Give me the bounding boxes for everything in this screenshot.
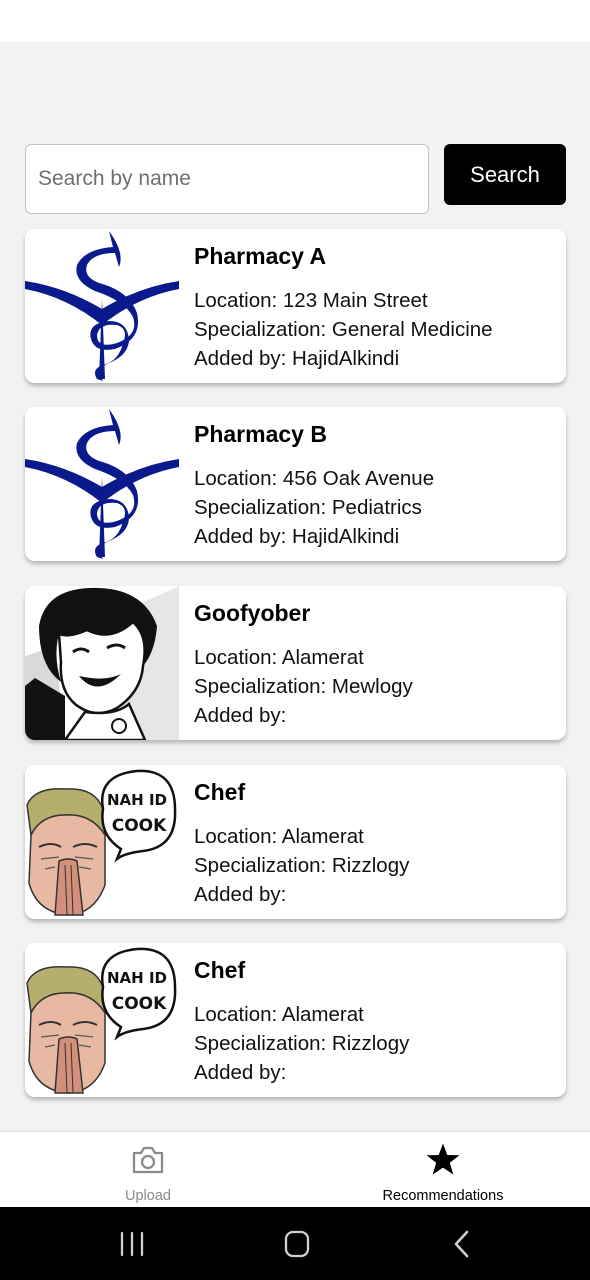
recents-icon[interactable] (112, 1227, 152, 1261)
svg-text:NAH ID: NAH ID (107, 791, 167, 809)
pharmacy-symbol-image (25, 229, 179, 383)
card-location: Location: Alamerat (194, 1003, 364, 1026)
nav-recommendations-label: Recommendations (382, 1188, 504, 1204)
list-item[interactable]: NAH ID COOK Chef Location: Alamerat Spec… (25, 943, 566, 1097)
status-bar (0, 0, 590, 42)
camera-icon (132, 1146, 164, 1174)
card-specialization: Specialization: Mewlogy (194, 675, 413, 698)
bottom-nav: Upload Recommendations (0, 1131, 590, 1207)
card-location: Location: 456 Oak Avenue (194, 467, 435, 490)
chef-meme-image: NAH ID COOK (25, 765, 179, 919)
card-added-by: Added by: (194, 704, 287, 727)
card-specialization: Specialization: Rizzlogy (194, 1032, 410, 1055)
nav-upload[interactable]: Upload (48, 1132, 248, 1208)
manga-character-image (25, 586, 179, 740)
card-added-by: Added by: (194, 1061, 287, 1084)
search-row: Search (25, 144, 566, 214)
pharmacy-symbol-image (25, 407, 179, 561)
card-added-by: Added by: (194, 883, 287, 906)
nav-upload-label: Upload (125, 1188, 171, 1204)
svg-text:NAH ID: NAH ID (107, 969, 167, 987)
card-added-by: Added by: HajidAlkindi (194, 525, 400, 548)
star-icon (426, 1143, 460, 1175)
list-item[interactable]: Pharmacy B Location: 456 Oak Avenue Spec… (25, 407, 566, 561)
nav-recommendations[interactable]: Recommendations (343, 1132, 543, 1208)
list-item[interactable]: Pharmacy A Location: 123 Main Street Spe… (25, 229, 566, 383)
card-location: Location: 123 Main Street (194, 289, 428, 312)
back-icon[interactable] (443, 1227, 483, 1261)
card-added-by: Added by: HajidAlkindi (194, 347, 400, 370)
card-specialization: Specialization: Rizzlogy (194, 854, 410, 877)
card-title: Pharmacy B (194, 421, 327, 447)
list-item[interactable]: Goofyober Location: Alamerat Specializat… (25, 586, 566, 740)
home-icon[interactable] (277, 1227, 317, 1261)
chef-meme-image: NAH ID COOK (25, 943, 179, 1097)
card-specialization: Specialization: General Medicine (194, 318, 493, 341)
search-input[interactable] (25, 144, 429, 214)
svg-text:COOK: COOK (112, 816, 167, 836)
card-title: Chef (194, 779, 246, 805)
list-item[interactable]: NAH ID COOK Chef Location: Alamerat Spec… (25, 765, 566, 919)
card-title: Chef (194, 957, 246, 983)
card-title: Pharmacy A (194, 243, 327, 269)
card-location: Location: Alamerat (194, 646, 364, 669)
card-specialization: Specialization: Pediatrics (194, 496, 422, 519)
svg-text:COOK: COOK (112, 994, 167, 1014)
system-navigation-bar (0, 1207, 590, 1280)
card-title: Goofyober (194, 600, 311, 626)
search-button[interactable]: Search (444, 144, 566, 205)
card-location: Location: Alamerat (194, 825, 364, 848)
